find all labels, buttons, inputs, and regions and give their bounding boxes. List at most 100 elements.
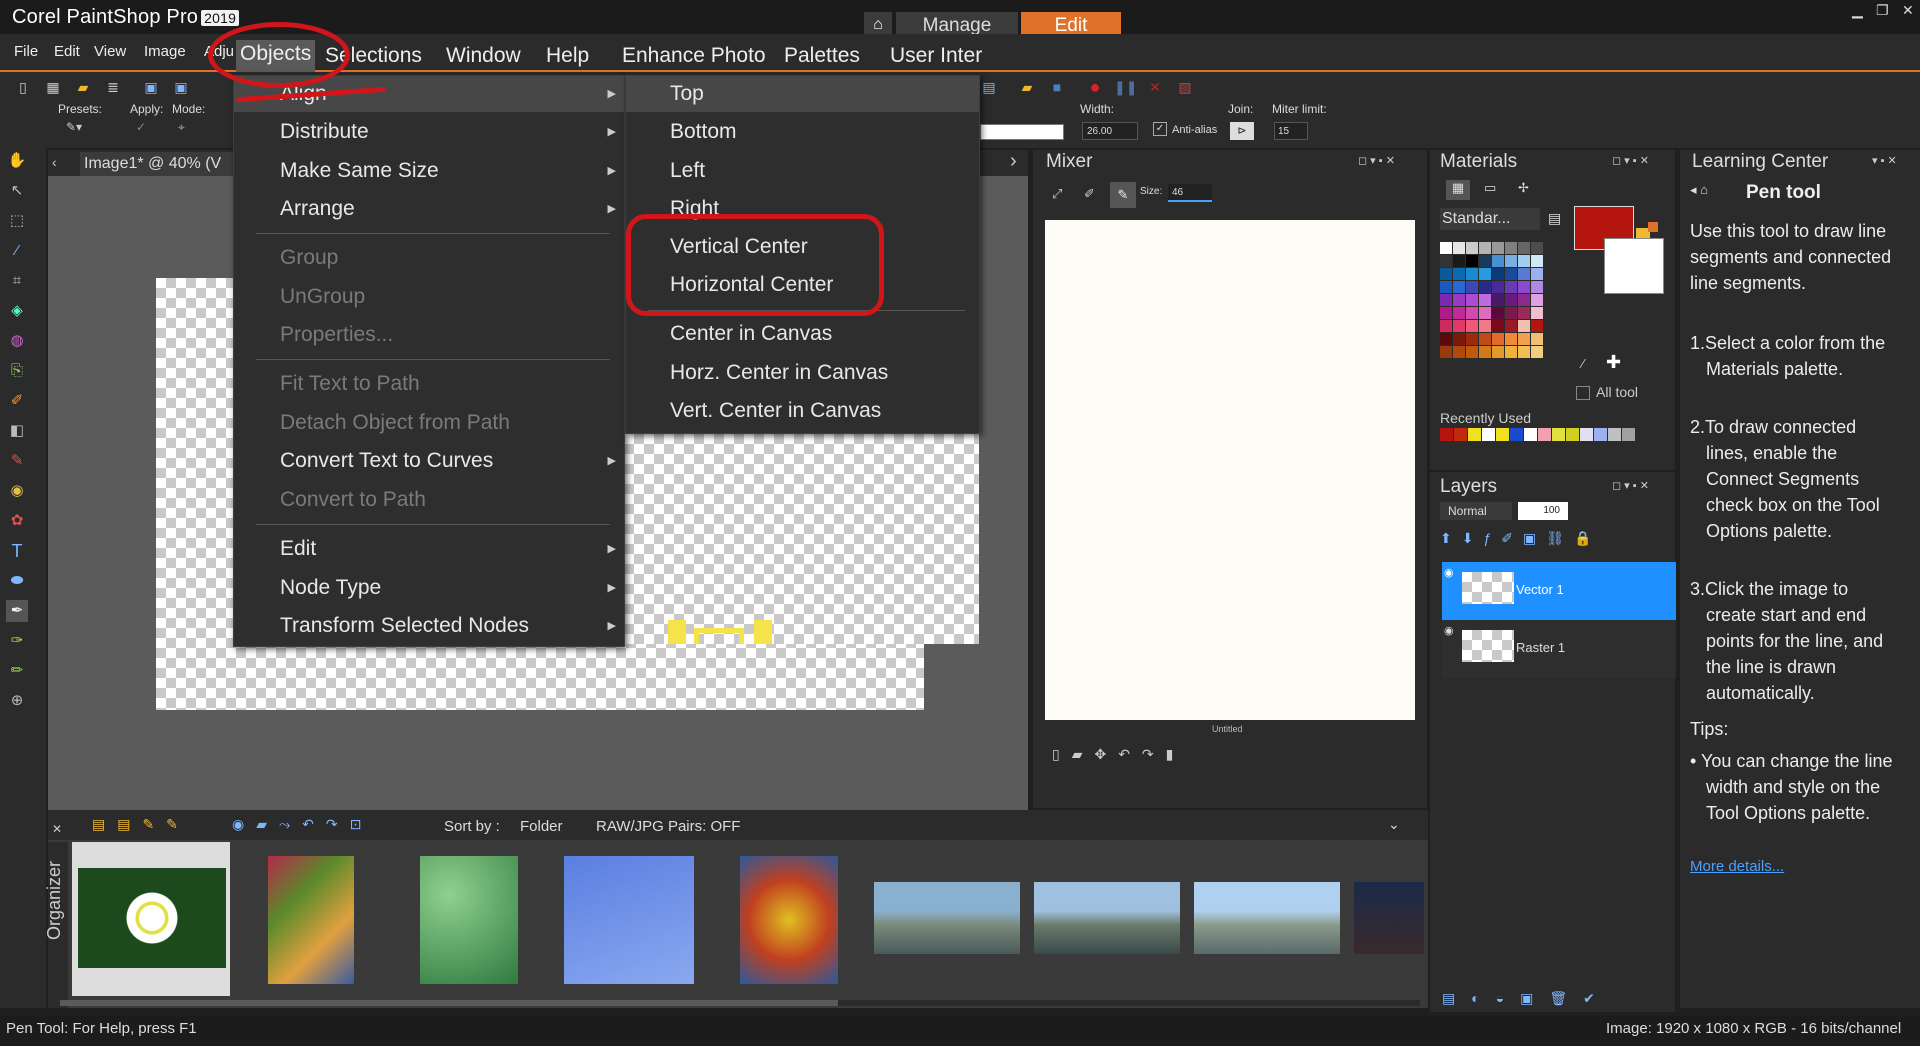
menu-node-type[interactable]: Node Type ▶ — [234, 570, 624, 606]
mode-icon[interactable]: ⌖ — [178, 120, 185, 135]
color-swatch[interactable] — [1518, 281, 1530, 293]
color-swatch[interactable] — [1466, 320, 1478, 332]
mixer-pick-icon[interactable]: ⤢ — [1052, 186, 1062, 202]
recent-color-swatch[interactable] — [1538, 428, 1551, 441]
menu-edit-nodes[interactable]: Edit ▶ — [234, 531, 624, 567]
swatch-library-dropdown[interactable]: Standar... — [1440, 208, 1540, 230]
align-top[interactable]: Top — [626, 76, 979, 112]
recent-color-icon[interactable] — [1648, 222, 1658, 232]
mixer-canvas[interactable] — [1045, 220, 1415, 720]
menu-enhance-photo[interactable]: Enhance Photo — [622, 44, 766, 68]
script-icon[interactable]: ▧ — [1174, 76, 1196, 98]
folder-dropdown[interactable]: Folder — [520, 818, 563, 835]
vector-shape-middle[interactable] — [694, 628, 744, 644]
thumbnail-vegetables[interactable] — [268, 856, 354, 984]
opacity-input[interactable]: 100 — [1518, 502, 1568, 520]
color-swatch[interactable] — [1492, 307, 1504, 319]
recent-color-swatch[interactable] — [1524, 428, 1537, 441]
vector-shape-left[interactable] — [668, 620, 686, 644]
color-swatch[interactable] — [1466, 281, 1478, 293]
color-swatch[interactable] — [1518, 346, 1530, 358]
color-swatch[interactable] — [1531, 281, 1543, 293]
organizer-close-icon[interactable]: ✕ — [52, 822, 62, 836]
color-swatch[interactable] — [1479, 346, 1491, 358]
color-swatch[interactable] — [1466, 268, 1478, 280]
makeover-tool-icon[interactable]: ◍ — [6, 330, 28, 352]
align-vert-center-in-canvas[interactable]: Vert. Center in Canvas — [626, 393, 979, 429]
color-swatch[interactable] — [1531, 242, 1543, 254]
color-swatch[interactable] — [1466, 346, 1478, 358]
menu-window[interactable]: Window — [446, 44, 521, 68]
color-swatch[interactable] — [1505, 268, 1517, 280]
mixer-actions-icon[interactable]: ▯▰✥↶↷▮ — [1052, 746, 1185, 763]
menu-edit[interactable]: Edit — [54, 43, 80, 60]
thumbnail-panorama-3[interactable] — [1194, 882, 1340, 954]
join-style-button[interactable]: ⊳ — [1230, 122, 1254, 140]
color-swatch[interactable] — [1453, 294, 1465, 306]
color-swatch[interactable] — [1453, 333, 1465, 345]
color-swatch[interactable] — [1440, 320, 1452, 332]
menu-arrange[interactable]: Arrange ▶ — [234, 191, 624, 227]
grid-view-icon[interactable]: ▤ — [978, 76, 1000, 98]
recent-color-swatch[interactable] — [1608, 428, 1621, 441]
color-swatch[interactable] — [1492, 242, 1504, 254]
antialias-checkbox[interactable]: ✓ — [1153, 122, 1167, 136]
recent-color-swatch[interactable] — [1510, 428, 1523, 441]
recent-color-swatch[interactable] — [1454, 428, 1467, 441]
thumbnail-leaves[interactable] — [420, 856, 518, 984]
color-swatch[interactable] — [1479, 255, 1491, 267]
layers-bottom-actions-icon[interactable]: ▤◐◒▣🗑✔ — [1442, 990, 1611, 1007]
color-swatch[interactable] — [1492, 294, 1504, 306]
recent-color-swatch[interactable] — [1468, 428, 1481, 441]
organizer-scrollbar-thumb[interactable] — [60, 1000, 838, 1006]
paint-brush-icon[interactable]: ✐ — [6, 390, 28, 412]
pan-tool-icon[interactable]: ✋ — [6, 150, 28, 172]
miter-limit-input[interactable]: 15 — [1274, 122, 1308, 140]
color-swatch[interactable] — [1505, 320, 1517, 332]
new-file-icon[interactable]: ▯ — [12, 76, 34, 98]
layers-panel-controls-icon[interactable]: ◻ ▾ ▪ ✕ — [1612, 479, 1649, 492]
color-swatch[interactable] — [1440, 255, 1452, 267]
grid-icon[interactable]: ▦ — [42, 76, 64, 98]
menu-distribute[interactable]: Distribute ▶ — [234, 114, 624, 150]
recent-color-swatch[interactable] — [1552, 428, 1565, 441]
menu-file[interactable]: File — [14, 43, 38, 60]
close-icon[interactable]: ✕ — [1902, 2, 1914, 19]
materials-panel-controls-icon[interactable]: ◻ ▾ ▪ ✕ — [1612, 154, 1649, 167]
color-swatch[interactable] — [1466, 333, 1478, 345]
apply-check-icon[interactable]: ✓ — [136, 120, 146, 134]
color-swatch[interactable] — [1518, 268, 1530, 280]
clone-tool-icon[interactable]: ⎘ — [6, 360, 28, 382]
color-swatch[interactable] — [1479, 320, 1491, 332]
align-center-in-canvas[interactable]: Center in Canvas — [626, 316, 979, 352]
layer-row-raster-1[interactable]: Raster 1 ◉ — [1442, 620, 1676, 678]
color-swatch[interactable] — [1479, 281, 1491, 293]
all-tools-checkbox[interactable] — [1576, 386, 1590, 400]
pick-tool-icon[interactable]: ↖ — [6, 180, 28, 202]
menu-make-same-size[interactable]: Make Same Size ▶ — [234, 153, 624, 189]
color-swatch[interactable] — [1440, 346, 1452, 358]
line-style-dropdown[interactable] — [980, 124, 1064, 140]
color-swatch[interactable] — [1518, 255, 1530, 267]
layer-row-vector-1[interactable]: Vector 1 ◉ — [1442, 562, 1676, 620]
color-swatch[interactable] — [1479, 242, 1491, 254]
gradient-tool-icon[interactable]: ◧ — [6, 420, 28, 442]
color-swatch[interactable] — [1492, 333, 1504, 345]
color-swatch[interactable] — [1518, 294, 1530, 306]
color-swatch[interactable] — [1505, 333, 1517, 345]
crop-tool-icon[interactable]: ⌗ — [6, 270, 28, 292]
pen-tool-icon[interactable]: ✒ — [6, 600, 28, 622]
color-swatch[interactable] — [1440, 333, 1452, 345]
layer-visibility-icon[interactable]: ◉ — [1444, 624, 1454, 637]
adjust-tab-icon[interactable]: ✢ — [1518, 180, 1529, 196]
menu-convert-text-to-curves[interactable]: Convert Text to Curves ▶ — [234, 443, 624, 479]
color-swatch[interactable] — [1505, 242, 1517, 254]
scan-icon[interactable]: ≣ — [102, 76, 124, 98]
learning-panel-controls-icon[interactable]: ▾ ▪ ✕ — [1872, 154, 1897, 167]
color-swatch[interactable] — [1505, 346, 1517, 358]
panel-controls-icon[interactable]: ◻ ▾ ▪ ✕ — [1358, 154, 1395, 167]
align-left[interactable]: Left — [626, 153, 979, 189]
window-icon[interactable]: ■ — [1046, 76, 1068, 98]
color-swatch[interactable] — [1531, 320, 1543, 332]
color-swatch[interactable] — [1453, 281, 1465, 293]
